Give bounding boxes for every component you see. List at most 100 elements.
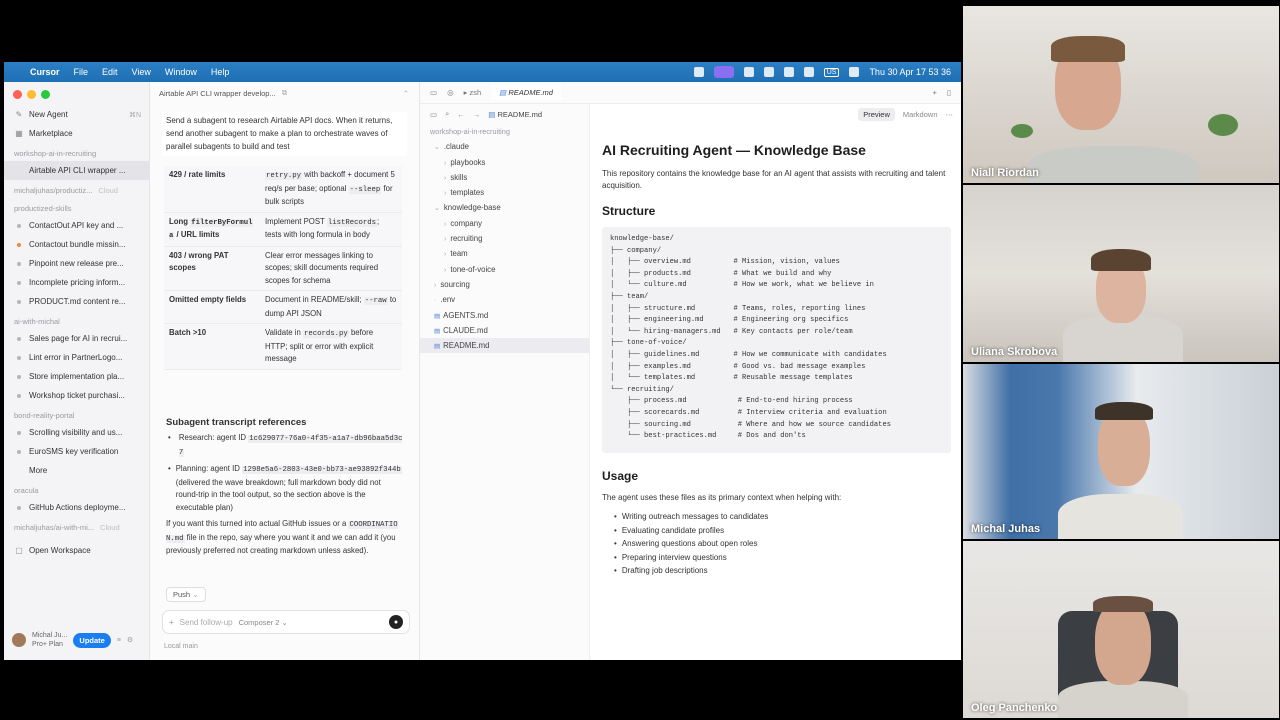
participant-tile[interactable]: Niall Riordan bbox=[963, 6, 1279, 183]
push-button[interactable]: Push ⌄ bbox=[166, 587, 206, 602]
menu-window[interactable]: Window bbox=[165, 67, 197, 77]
tree-item[interactable]: ⌄ .claude bbox=[420, 139, 589, 154]
more-icon[interactable]: ⋯ bbox=[946, 110, 954, 119]
close-window-button[interactable] bbox=[13, 90, 22, 99]
account-info[interactable]: Michal Ju... Pro+ Plan bbox=[32, 631, 67, 649]
sidebar-agent-item[interactable]: More bbox=[4, 461, 149, 480]
tree-item[interactable]: › company bbox=[420, 216, 589, 231]
status-icon[interactable] bbox=[763, 67, 774, 77]
tree-item-label: sourcing bbox=[440, 279, 470, 289]
sidebar-section-title[interactable]: oracula bbox=[4, 480, 149, 498]
sidebar-section-title[interactable]: productized-skills bbox=[4, 198, 149, 216]
terminal-tab[interactable]: ▸ zsh bbox=[464, 88, 482, 97]
sidebar-agent-item[interactable]: ContactOut API key and ... bbox=[4, 216, 149, 235]
sidebar-section-title[interactable]: workshop-ai-in-recruiting bbox=[4, 143, 149, 161]
branch-indicator[interactable]: Local main bbox=[164, 643, 198, 650]
tab-readme[interactable]: ▤ README.md bbox=[491, 85, 561, 100]
open-workspace-button[interactable]: ▢ Open Workspace bbox=[4, 541, 149, 560]
chevron-up-icon[interactable]: ⌃ bbox=[403, 89, 409, 98]
sidebar-agent-item[interactable]: EuroSMS key verification bbox=[4, 442, 149, 461]
minimize-window-button[interactable] bbox=[27, 90, 36, 99]
menu-view[interactable]: View bbox=[132, 67, 151, 77]
microphone-icon[interactable]: ● bbox=[389, 615, 403, 629]
split-icon[interactable]: ▯ bbox=[947, 88, 951, 97]
sidebar-agent-item[interactable]: Lint error in PartnerLogo... bbox=[4, 348, 149, 367]
follow-up-input[interactable]: Send follow-up bbox=[180, 618, 233, 627]
search-icon[interactable]: ⌕ bbox=[445, 109, 449, 119]
issue-cell: Omitted empty fields bbox=[169, 295, 247, 304]
tree-item[interactable]: · .env bbox=[420, 292, 589, 307]
account-icon[interactable] bbox=[803, 67, 814, 77]
list-item: • Writing outreach messages to candidates bbox=[614, 510, 951, 524]
sidebar-agent-item[interactable]: Workshop ticket purchasi... bbox=[4, 386, 149, 405]
tree-root[interactable]: workshop-ai-in-recruiting bbox=[420, 124, 589, 139]
add-tab-icon[interactable]: + bbox=[932, 88, 936, 97]
tree-item[interactable]: ▤ AGENTS.md bbox=[420, 308, 589, 323]
sidebar-section-title[interactable]: michaljuhas/productiz... Cloud bbox=[4, 180, 149, 198]
tree-item[interactable]: ▤ README.md bbox=[420, 338, 589, 354]
sidebar-agent-item[interactable]: GitHub Actions deployme... bbox=[4, 498, 149, 517]
globe-icon[interactable]: ◎ bbox=[447, 88, 454, 97]
markdown-toggle[interactable]: Markdown bbox=[903, 110, 938, 119]
menu-app-name[interactable]: Cursor bbox=[30, 67, 60, 77]
tree-item[interactable]: › templates bbox=[420, 185, 589, 200]
forward-arrow-icon[interactable]: → bbox=[473, 110, 481, 119]
participant-tile[interactable]: Michal Juhas bbox=[963, 364, 1279, 539]
tree-item[interactable]: ▤ CLAUDE.md bbox=[420, 323, 589, 338]
macos-menubar: Cursor File Edit View Window Help US Thu… bbox=[4, 62, 961, 82]
menu-edit[interactable]: Edit bbox=[102, 67, 118, 77]
back-arrow-icon[interactable]: ← bbox=[457, 110, 465, 119]
sidebar-toggle-icon[interactable]: ▭ bbox=[430, 110, 437, 119]
wifi-icon[interactable] bbox=[783, 67, 794, 77]
participant-tile[interactable]: Oleg Panchenko bbox=[963, 541, 1279, 718]
sidebar-agent-item[interactable]: Airtable API CLI wrapper ... bbox=[4, 161, 149, 180]
menubar-clock[interactable]: Thu 30 Apr 17 53 36 bbox=[869, 67, 951, 77]
sidebar-agent-item[interactable]: Incomplete pricing inform... bbox=[4, 273, 149, 292]
menu-help[interactable]: Help bbox=[211, 67, 230, 77]
control-center-icon[interactable] bbox=[849, 67, 860, 77]
sidebar-section-title[interactable]: ai-with-michal bbox=[4, 311, 149, 329]
status-icon[interactable] bbox=[693, 67, 704, 77]
copy-icon[interactable]: ⧉ bbox=[282, 88, 287, 98]
sidebar-agent-item[interactable]: Store implementation pla... bbox=[4, 367, 149, 386]
chevron-right-icon: › bbox=[444, 159, 447, 167]
screen-share-icon[interactable] bbox=[713, 66, 734, 78]
tree-item[interactable]: › sourcing bbox=[420, 277, 589, 292]
sidebar-agent-item[interactable]: Pinpoint new release pre... bbox=[4, 254, 149, 273]
menu-file[interactable]: File bbox=[74, 67, 89, 77]
filter-icon[interactable]: ≡ bbox=[117, 637, 121, 644]
sidebar-section-title[interactable]: bond-reality-portal bbox=[4, 405, 149, 423]
chat-title[interactable]: Airtable API CLI wrapper develop... bbox=[159, 89, 276, 98]
new-agent-button[interactable]: ✎ New Agent ⌘N bbox=[4, 105, 149, 124]
sidebar-agent-item[interactable]: Contactout bundle missin... bbox=[4, 235, 149, 254]
sidebar-agent-item[interactable]: Sales page for AI in recrui... bbox=[4, 329, 149, 348]
model-selector[interactable]: Composer 2 ⌄ bbox=[239, 618, 288, 627]
panel-icon[interactable]: ▭ bbox=[430, 88, 437, 97]
sidebar-agent-item[interactable]: PRODUCT.md content re... bbox=[4, 292, 149, 311]
zoom-window-button[interactable] bbox=[41, 90, 50, 99]
tree-item[interactable]: ⌄ knowledge-base bbox=[420, 200, 589, 215]
sidebar-section-title[interactable]: michaljuhas/ai-with-mi... Cloud bbox=[4, 517, 149, 535]
update-button[interactable]: Update bbox=[73, 632, 111, 648]
breadcrumb[interactable]: ▤ README.md bbox=[488, 110, 542, 119]
participant-name: Oleg Panchenko bbox=[971, 702, 1058, 714]
tree-item-label: playbooks bbox=[450, 157, 486, 167]
sidebar-item-label: ContactOut API key and ... bbox=[29, 221, 124, 230]
follow-up-composer[interactable]: + Send follow-up Composer 2 ⌄ ● bbox=[162, 610, 410, 634]
tree-item[interactable]: › tone-of-voice bbox=[420, 262, 589, 277]
tree-item[interactable]: › team bbox=[420, 246, 589, 261]
tree-item[interactable]: › skills bbox=[420, 170, 589, 185]
tree-item[interactable]: › playbooks bbox=[420, 155, 589, 170]
sidebar-agent-item[interactable]: Scrolling visibility and us... bbox=[4, 423, 149, 442]
tree-item[interactable]: › recruiting bbox=[420, 231, 589, 246]
input-language[interactable]: US bbox=[823, 67, 840, 77]
status-icon[interactable] bbox=[743, 67, 754, 77]
usage-item-text: Writing outreach messages to candidates bbox=[621, 512, 769, 521]
marketplace-button[interactable]: ▦ Marketplace bbox=[4, 124, 149, 143]
avatar[interactable] bbox=[12, 633, 26, 647]
list-item: • Drafting job descriptions bbox=[614, 564, 951, 578]
participant-tile[interactable]: Uliana Skrobova bbox=[963, 185, 1279, 362]
preview-toggle[interactable]: Preview bbox=[858, 107, 895, 121]
plus-icon[interactable]: + bbox=[169, 618, 174, 627]
gear-icon[interactable]: ⚙ bbox=[127, 636, 133, 644]
